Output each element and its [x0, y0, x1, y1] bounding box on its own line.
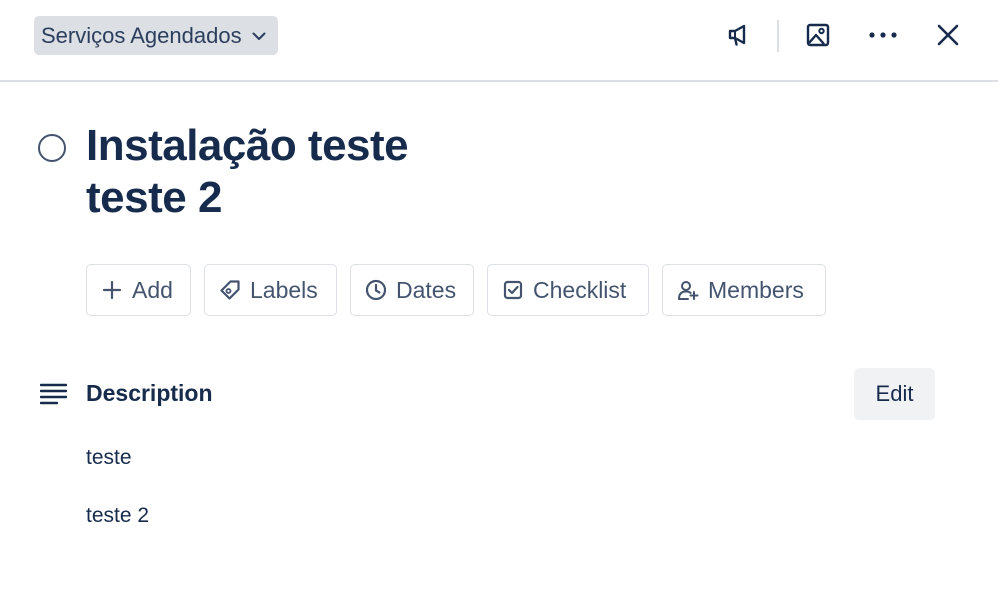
checklist-button[interactable]: Checklist [487, 264, 649, 316]
dates-button[interactable]: Dates [350, 264, 474, 316]
close-icon[interactable] [931, 18, 965, 52]
clock-icon [365, 279, 387, 301]
more-icon[interactable] [866, 18, 900, 52]
header-divider [777, 20, 779, 52]
checklist-icon [503, 280, 523, 300]
chevron-down-icon [252, 32, 266, 40]
member-icon [678, 281, 699, 300]
add-button[interactable]: Add [86, 264, 191, 316]
edit-description-button[interactable]: Edit [854, 368, 935, 420]
dates-button-label: Dates [396, 276, 457, 303]
labels-button-label: Labels [250, 276, 318, 303]
labels-button[interactable]: Labels [204, 264, 337, 316]
description-line[interactable]: teste 2 [86, 504, 149, 528]
plus-icon [102, 280, 122, 300]
members-button-label: Members [708, 276, 804, 303]
add-button-label: Add [132, 276, 173, 303]
description-icon [40, 383, 67, 405]
card-title-line1: Instalação teste [86, 121, 409, 170]
tag-icon [220, 280, 240, 300]
mark-complete-toggle[interactable] [38, 134, 66, 162]
list-selector-button[interactable]: Serviços Agendados [34, 16, 278, 55]
card-title-line2: teste 2 [86, 173, 222, 222]
description-heading: Description [86, 380, 213, 406]
card-title[interactable]: Instalação teste teste 2 [86, 120, 506, 224]
megaphone-icon[interactable] [722, 18, 756, 52]
card-header: Serviços Agendados [0, 0, 998, 82]
list-selector-label: Serviços Agendados [41, 22, 242, 48]
image-icon[interactable] [801, 18, 835, 52]
checklist-button-label: Checklist [533, 276, 627, 303]
description-line[interactable]: teste [86, 446, 132, 470]
members-button[interactable]: Members [662, 264, 826, 316]
